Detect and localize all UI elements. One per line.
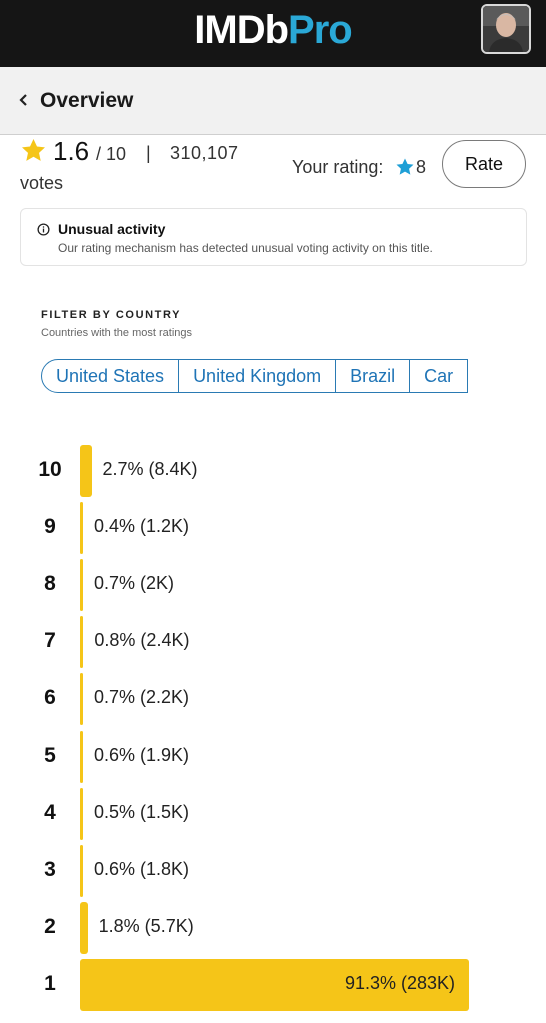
logo-accent-text: Pro	[288, 8, 353, 52]
histogram-score-label: 4	[44, 800, 56, 824]
histogram-score-label: 5	[44, 743, 56, 767]
histogram-score-label: 7	[44, 629, 56, 653]
country-chip-brazil[interactable]: Brazil	[335, 359, 411, 393]
histogram-row-3[interactable]: 3 0.6% (1.8K)	[0, 844, 546, 898]
country-chip-scroller[interactable]: United States United Kingdom Brazil Car	[41, 359, 473, 395]
histogram-score-label: 10	[38, 458, 62, 481]
histogram-row-1[interactable]: 1 91.3% (283K)	[0, 958, 546, 1012]
country-chip-row: United States United Kingdom Brazil Car	[41, 359, 473, 395]
unusual-activity-notice: Unusual activity Our rating mechanism ha…	[20, 208, 527, 266]
histogram-value-label: 0.7% (2K)	[94, 573, 175, 594]
notice-title: Unusual activity	[58, 221, 166, 237]
your-rating-label: Your rating:	[292, 157, 384, 177]
histogram-value-label: 0.6% (1.8K)	[94, 858, 190, 879]
page-header: Overview	[0, 67, 546, 135]
histogram-value-label: 0.6% (1.9K)	[94, 744, 190, 765]
histogram-row-10[interactable]: 10 2.7% (8.4K)	[0, 444, 546, 498]
imdbpro-logo[interactable]: IMDbPro	[0, 8, 546, 52]
histogram-value-label: 0.5% (1.5K)	[94, 801, 190, 822]
histogram-score-label: 2	[44, 914, 56, 938]
histogram-bar	[80, 445, 92, 497]
rating-value: 1.6	[53, 136, 90, 166]
user-avatar[interactable]	[481, 4, 531, 54]
histogram-value-label: 0.8% (2.4K)	[94, 630, 190, 651]
country-chip-partial[interactable]: Car	[409, 359, 469, 393]
histogram-value-label: 0.4% (1.2K)	[94, 516, 190, 537]
histogram-value-label: 91.3% (283K)	[344, 972, 456, 993]
histogram-score-label: 1	[44, 971, 56, 995]
votes-label: votes	[20, 173, 64, 193]
rating-separator: |	[146, 143, 151, 163]
histogram-bar	[80, 559, 83, 612]
your-rating-star-icon	[396, 158, 414, 175]
histogram-bar	[80, 502, 83, 555]
histogram-row-6[interactable]: 6 0.7% (2.2K)	[0, 672, 546, 726]
info-icon	[37, 223, 50, 236]
chevron-left-icon[interactable]	[18, 93, 30, 107]
histogram-score-label: 3	[44, 857, 56, 881]
histogram-row-9[interactable]: 9 0.4% (1.2K)	[0, 501, 546, 555]
histogram-value-label: 2.7% (8.4K)	[102, 459, 198, 479]
rate-button[interactable]: Rate	[442, 140, 526, 188]
vote-count: 310,107	[170, 143, 239, 163]
avatar-photo	[483, 6, 529, 52]
histogram-score-label: 8	[44, 572, 56, 596]
star-icon	[22, 139, 45, 161]
page-title: Overview	[40, 89, 134, 112]
histogram-bar	[80, 901, 88, 954]
histogram-bar	[80, 787, 83, 840]
country-chip-united-states[interactable]: United States	[41, 359, 180, 393]
filter-heading: FILTER BY COUNTRY	[41, 309, 182, 321]
histogram-score-label: 6	[44, 686, 56, 710]
histogram-row-7[interactable]: 7 0.8% (2.4K)	[0, 615, 546, 669]
histogram-row-4[interactable]: 4 0.5% (1.5K)	[0, 787, 546, 841]
histogram-score-label: 9	[44, 515, 56, 539]
histogram-value-label: 1.8% (5.7K)	[98, 915, 194, 936]
notice-text: Our rating mechanism has detected unusua…	[58, 241, 433, 255]
histogram-bar	[80, 673, 83, 726]
country-chip-united-kingdom[interactable]: United Kingdom	[178, 359, 337, 393]
histogram-bar	[80, 730, 83, 783]
histogram-bar	[80, 616, 84, 669]
histogram-value-label: 0.7% (2.2K)	[94, 687, 190, 708]
histogram-row-5[interactable]: 5 0.6% (1.9K)	[0, 730, 546, 784]
your-rating-value: 8	[416, 157, 427, 177]
filter-subheading: Countries with the most ratings	[41, 327, 193, 339]
top-bar: IMDbPro	[0, 0, 546, 67]
histogram-row-8[interactable]: 8 0.7% (2K)	[0, 558, 546, 612]
histogram-bar	[80, 844, 83, 897]
logo-main-text: IMDb	[194, 8, 289, 52]
rating-max: / 10	[96, 144, 127, 164]
histogram-row-2[interactable]: 2 1.8% (5.7K)	[0, 901, 546, 955]
